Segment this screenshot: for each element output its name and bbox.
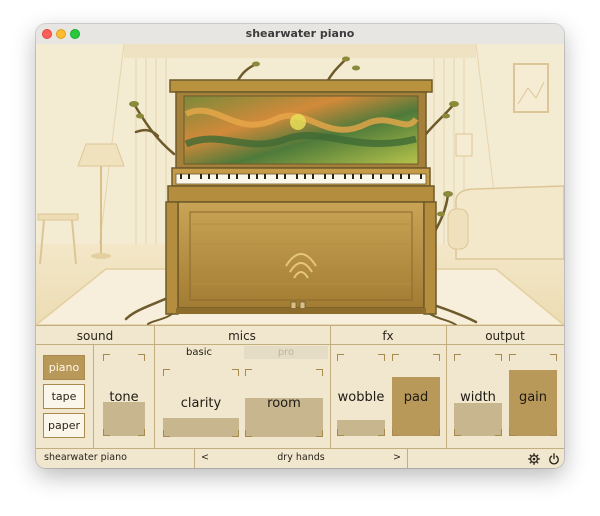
gain-label: gain: [518, 390, 548, 405]
tab-pro[interactable]: pro: [244, 346, 328, 359]
corner-bracket: [232, 430, 239, 437]
corner-bracket: [138, 429, 145, 436]
width-label: width: [460, 390, 496, 405]
tone-label: tone: [109, 390, 139, 405]
pad-control[interactable]: pad: [392, 354, 440, 436]
corner-bracket: [378, 429, 385, 436]
width-control[interactable]: width: [454, 354, 502, 436]
corner-bracket: [337, 429, 344, 436]
corner-bracket: [316, 369, 323, 376]
corner-bracket: [454, 354, 461, 361]
preset-name[interactable]: dry hands: [195, 452, 407, 463]
divider: [446, 325, 447, 448]
tone-control[interactable]: tone: [103, 354, 145, 436]
footer-bar: shearwater piano < dry hands >: [36, 448, 564, 468]
corner-bracket: [454, 429, 461, 436]
window-title: shearwater piano: [245, 27, 355, 40]
plugin-name: shearwater piano: [44, 452, 127, 463]
divider: [93, 345, 94, 448]
corner-bracket: [245, 430, 252, 437]
divider: [154, 325, 155, 448]
corner-bracket: [433, 354, 440, 361]
source-piano-button[interactable]: piano: [43, 355, 85, 380]
section-sound-header: sound: [36, 325, 154, 345]
corner-bracket: [495, 429, 502, 436]
corner-bracket: [392, 354, 399, 361]
room-control[interactable]: room: [245, 369, 323, 437]
section-mics-header: mics: [154, 325, 330, 345]
preset-selector[interactable]: < dry hands >: [194, 449, 408, 468]
corner-bracket: [378, 354, 385, 361]
corner-bracket: [509, 429, 516, 436]
plugin-window: shearwater piano sound mics fx output pi…: [36, 24, 564, 468]
corner-bracket: [138, 354, 145, 361]
room-scene-artwork: [36, 43, 564, 326]
pad-label: pad: [403, 390, 429, 405]
corner-bracket: [433, 429, 440, 436]
corner-bracket: [103, 354, 110, 361]
source-tape-button[interactable]: tape: [43, 384, 85, 409]
title-bar: shearwater piano: [36, 24, 564, 45]
gear-icon[interactable]: [528, 453, 540, 465]
corner-bracket: [316, 430, 323, 437]
gain-control[interactable]: gain: [509, 354, 557, 436]
source-paper-button[interactable]: paper: [43, 413, 85, 438]
corner-bracket: [550, 354, 557, 361]
corner-bracket: [245, 369, 252, 376]
clarity-label: clarity: [180, 396, 222, 411]
power-icon[interactable]: [548, 453, 560, 465]
corner-bracket: [337, 354, 344, 361]
clarity-control[interactable]: clarity: [163, 369, 239, 437]
wobble-label: wobble: [337, 390, 385, 405]
corner-bracket: [163, 430, 170, 437]
next-preset-button[interactable]: >: [393, 452, 401, 463]
pad-fill: [392, 376, 440, 436]
divider: [330, 325, 331, 448]
room-label: room: [267, 396, 301, 411]
corner-bracket: [163, 369, 170, 376]
corner-bracket: [232, 369, 239, 376]
corner-bracket: [495, 354, 502, 361]
wobble-control[interactable]: wobble: [337, 354, 385, 436]
tab-basic[interactable]: basic: [158, 346, 240, 359]
corner-bracket: [509, 354, 516, 361]
section-output-header: output: [446, 325, 564, 345]
clarity-fill: [163, 417, 239, 437]
corner-bracket: [550, 429, 557, 436]
piano-illustration: [36, 43, 564, 326]
corner-bracket: [392, 429, 399, 436]
controls-panel: sound mics fx output piano tape paper to…: [36, 325, 564, 448]
section-fx-header: fx: [330, 325, 446, 345]
corner-bracket: [103, 429, 110, 436]
